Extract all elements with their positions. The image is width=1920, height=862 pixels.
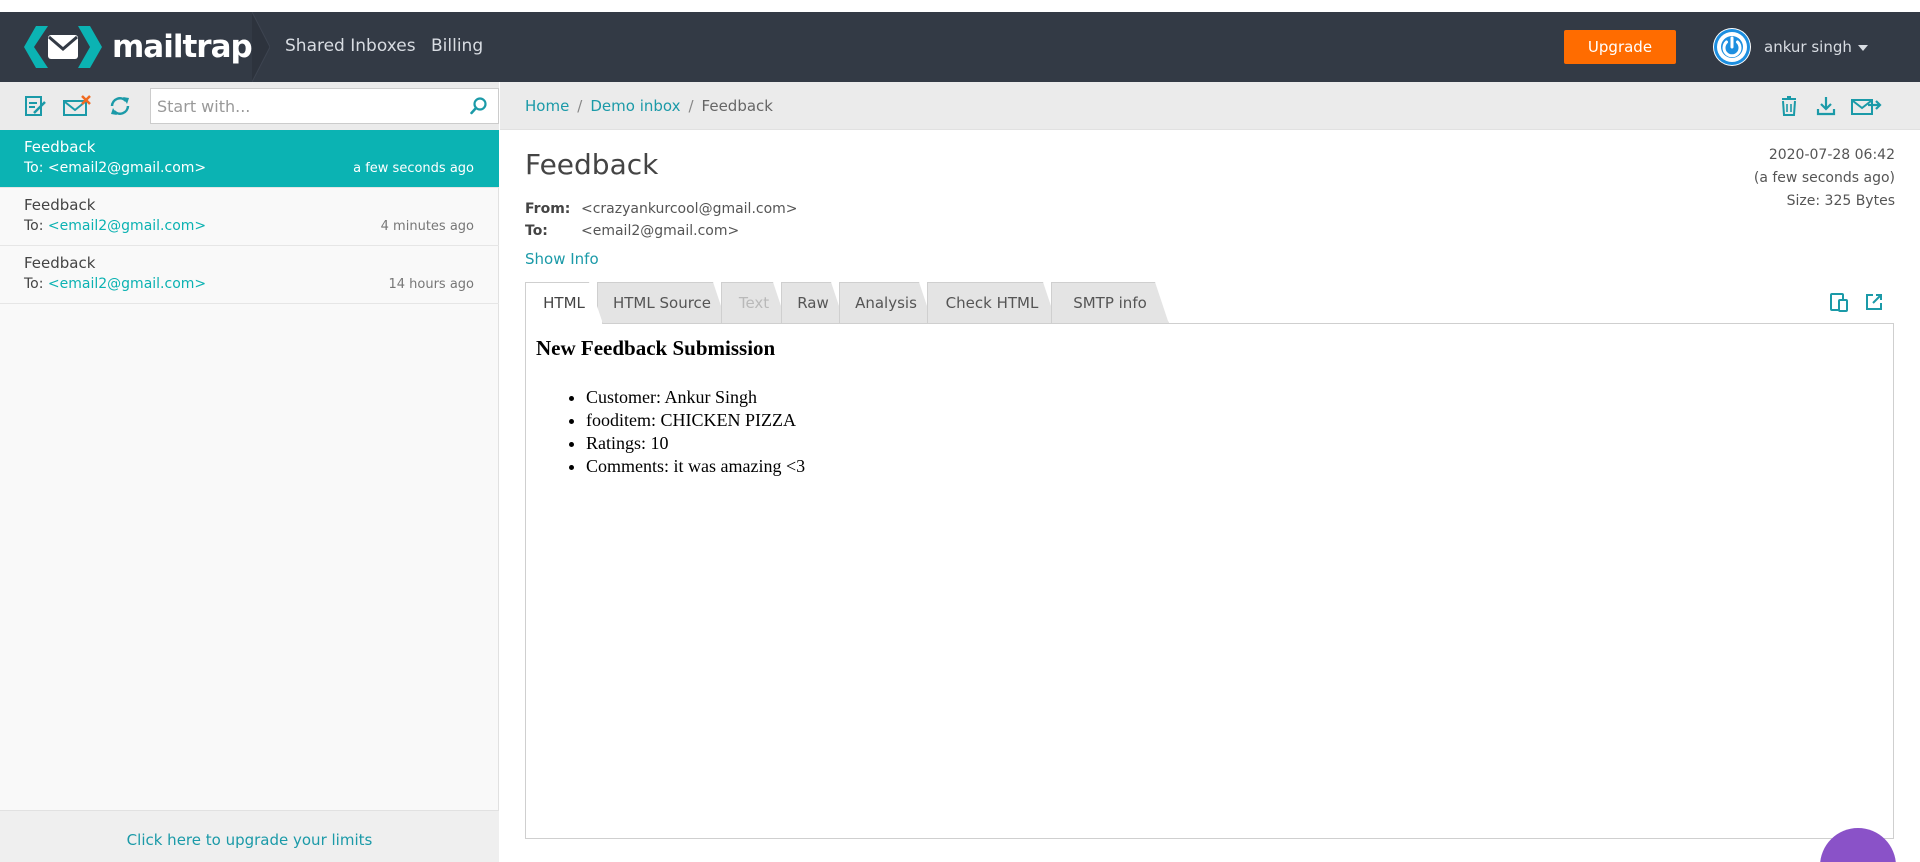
to-row: To: <email2@gmail.com> <box>525 223 739 239</box>
message-recipient: To: <email2@gmail.com> <box>24 276 206 292</box>
top-navbar: mailtrap Shared Inboxes Billing Upgrade … <box>0 12 1920 82</box>
message-size: Size: 325 Bytes <box>1786 193 1895 209</box>
from-row: From: <crazyankurcool@gmail.com> <box>525 201 798 217</box>
download-icon[interactable] <box>1815 95 1837 117</box>
search-input[interactable] <box>157 89 457 123</box>
recipient-address: <email2@gmail.com> <box>47 160 207 176</box>
message-date: 2020-07-28 06:42 <box>1768 147 1895 163</box>
mobile-view-icon[interactable] <box>1829 292 1849 312</box>
tab-html[interactable]: HTML <box>525 282 603 324</box>
message-recipient: To: <email2@gmail.com> <box>24 160 206 176</box>
message-meta: 2020-07-28 06:42 (a few seconds ago) Siz… <box>1754 144 1895 213</box>
tab-check-html[interactable]: Check HTML <box>927 282 1057 324</box>
message-item[interactable]: Feedback To: <email2@gmail.com> 4 minute… <box>0 188 499 246</box>
nav-billing[interactable]: Billing <box>431 36 483 56</box>
open-external-icon[interactable] <box>1864 292 1884 312</box>
forward-icon[interactable] <box>1850 95 1882 117</box>
brand-logo[interactable]: mailtrap <box>24 26 253 68</box>
from-address: <crazyankurcool@gmail.com> <box>581 201 798 217</box>
to-label: To: <box>24 276 44 292</box>
to-label: To: <box>24 160 44 176</box>
to-label: To: <box>24 218 44 234</box>
breadcrumb-home[interactable]: Home <box>525 97 569 115</box>
from-label: From: <box>525 201 571 217</box>
breadcrumb: Home / Demo inbox / Feedback <box>525 97 773 115</box>
nav-separator-chevron <box>252 12 270 82</box>
trash-icon[interactable] <box>1778 95 1800 117</box>
tab-smtp-info[interactable]: SMTP info <box>1051 282 1169 324</box>
list-item: Customer: Ankur Singh <box>586 386 805 409</box>
breadcrumb-current: Feedback <box>701 97 773 115</box>
upgrade-button[interactable]: Upgrade <box>1564 30 1676 64</box>
to-address: <email2@gmail.com> <box>581 223 740 239</box>
html-preview: New Feedback Submission Customer: Ankur … <box>525 323 1894 839</box>
compose-icon[interactable] <box>24 95 48 117</box>
search-icon[interactable] <box>470 97 488 115</box>
nav-shared-inboxes[interactable]: Shared Inboxes <box>285 36 416 56</box>
preview-list: Customer: Ankur Singh fooditem: CHICKEN … <box>586 386 805 478</box>
tab-html-source[interactable]: HTML Source <box>597 282 727 324</box>
preview-heading: New Feedback Submission <box>536 336 776 360</box>
mailtrap-logo-icon <box>24 26 102 68</box>
message-time: 14 hours ago <box>388 277 474 292</box>
inbox-toolbar <box>0 82 499 130</box>
avatar[interactable] <box>1713 28 1751 66</box>
breadcrumb-inbox[interactable]: Demo inbox <box>590 97 680 115</box>
message-title: Feedback <box>525 148 659 181</box>
message-subject: Feedback <box>24 254 96 272</box>
brand-name: mailtrap <box>112 29 253 65</box>
upgrade-limits-link[interactable]: Click here to upgrade your limits <box>127 831 373 849</box>
tab-text[interactable]: Text <box>721 282 787 324</box>
message-item[interactable]: Feedback To: <email2@gmail.com> 14 hours… <box>0 246 499 304</box>
message-time: a few seconds ago <box>353 161 474 176</box>
chevron-down-icon[interactable] <box>1858 45 1868 51</box>
message-relative-time: (a few seconds ago) <box>1753 170 1895 186</box>
recipient-address: <email2@gmail.com> <box>47 276 207 292</box>
message-subject: Feedback <box>24 196 96 214</box>
search-box <box>150 88 499 124</box>
breadcrumb-separator: / <box>577 97 583 115</box>
message-time: 4 minutes ago <box>380 219 474 234</box>
clear-inbox-icon[interactable] <box>62 95 92 117</box>
recipient-address: <email2@gmail.com> <box>47 218 207 234</box>
show-info-link[interactable]: Show Info <box>525 250 599 268</box>
to-label: To: <box>525 223 548 239</box>
message-item[interactable]: Feedback To: <email2@gmail.com> a few se… <box>0 130 499 188</box>
user-name[interactable]: ankur singh <box>1764 38 1852 56</box>
message-recipient: To: <email2@gmail.com> <box>24 218 206 234</box>
list-item: Comments: it was amazing <3 <box>586 455 805 478</box>
upgrade-footer: Click here to upgrade your limits <box>0 810 499 862</box>
message-subject: Feedback <box>24 138 96 156</box>
tab-raw[interactable]: Raw <box>781 282 845 324</box>
refresh-icon[interactable] <box>108 95 132 117</box>
power-icon <box>1714 29 1750 65</box>
message-panel: Home / Demo inbox / Feedback Feedback 2020-0… <box>500 82 1920 862</box>
breadcrumb-separator: / <box>688 97 694 115</box>
inbox-sidebar: Feedback To: <email2@gmail.com> a few se… <box>0 82 499 862</box>
window-top-strip <box>0 0 1920 12</box>
message-toolbar: Home / Demo inbox / Feedback <box>500 82 1920 130</box>
list-item: fooditem: CHICKEN PIZZA <box>586 409 805 432</box>
tab-analysis[interactable]: Analysis <box>839 282 933 324</box>
list-item: Ratings: 10 <box>586 432 805 455</box>
